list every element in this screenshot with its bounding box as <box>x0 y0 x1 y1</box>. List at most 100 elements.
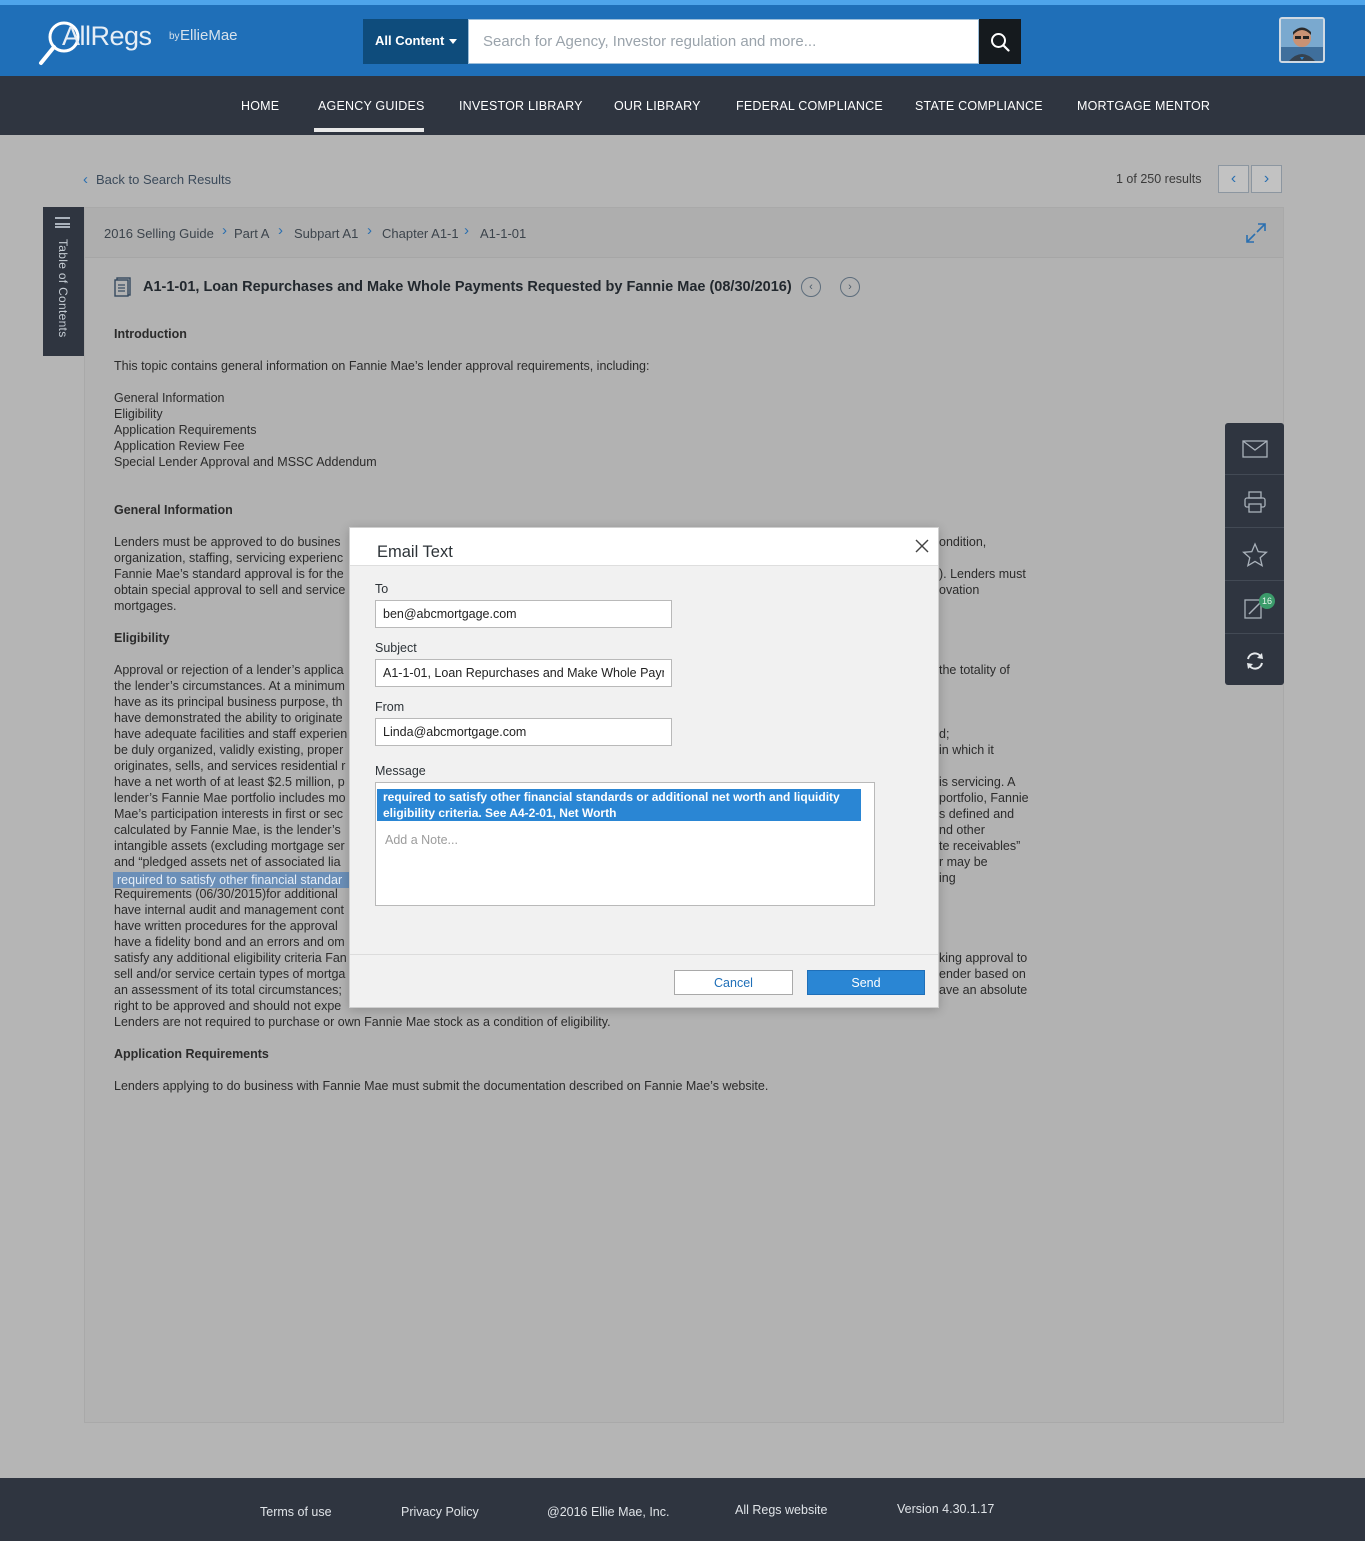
paragraph-line: have adequate facilities and staff exper… <box>114 727 348 741</box>
chevron-left-icon: ‹ <box>83 171 88 188</box>
paragraph-line: ). Lenders must <box>939 567 1026 581</box>
paragraph-line: ovation <box>939 583 980 597</box>
paragraph-line: te receivables” <box>939 839 1021 853</box>
subject-field[interactable] <box>375 659 672 687</box>
star-icon <box>1241 541 1268 567</box>
paragraph-line: sell and/or service certain types of mor… <box>114 967 346 981</box>
close-icon[interactable] <box>913 537 931 555</box>
search-scope-label: All Content <box>375 33 445 48</box>
search-bar: All Content <box>363 19 1021 64</box>
privacy-link[interactable]: Privacy Policy <box>401 1505 479 1519</box>
paragraph-line: ave an absolute <box>939 983 1028 997</box>
section-heading: Application Requirements <box>114 1047 269 1061</box>
from-field[interactable] <box>375 718 672 746</box>
paragraph-line: an assessment of its total circumstances… <box>114 983 342 997</box>
paragraph-line: have written procedures for the approval <box>114 919 338 933</box>
breadcrumb-item[interactable]: 2016 Selling Guide <box>104 226 214 241</box>
paragraph-line: intangible assets (excluding mortgage se… <box>114 839 345 853</box>
notes-count-badge: 16 <box>1259 593 1275 609</box>
to-label: To <box>375 582 389 596</box>
nav-state-compliance[interactable]: STATE COMPLIANCE <box>915 99 1043 113</box>
breadcrumb-item[interactable]: Part A <box>234 226 269 241</box>
chevron-right-icon: › <box>222 222 227 239</box>
paragraph: This topic contains general information … <box>114 359 650 373</box>
section-heading: General Information <box>114 503 233 517</box>
version-text: Version 4.30.1.17 <box>897 1502 995 1516</box>
header: AllRegs by EllieMae All Content <box>0 5 1365 76</box>
results-count: 1 of 250 results <box>1116 172 1202 186</box>
dialog-title: Email Text <box>377 543 453 561</box>
list-item: General Information <box>114 391 225 405</box>
brand-by: by <box>169 31 180 42</box>
toc-label: Table of Contents <box>56 239 70 338</box>
chevron-right-icon: › <box>848 281 852 293</box>
paragraph-line: in which it <box>939 743 994 757</box>
to-field[interactable] <box>375 600 672 628</box>
envelope-icon <box>1241 439 1268 458</box>
message-box: required to satisfy other financial stan… <box>375 782 875 906</box>
breadcrumb: 2016 Selling Guide › Part A › Subpart A1… <box>85 208 1283 258</box>
allregs-website-link[interactable]: All Regs website <box>735 1503 827 1517</box>
breadcrumb-item[interactable]: Subpart A1 <box>294 226 358 241</box>
allregs-logo[interactable]: AllRegs by EllieMae <box>38 19 258 69</box>
section-heading: Eligibility <box>114 631 170 645</box>
list-item: Application Requirements <box>114 423 257 437</box>
terms-link[interactable]: Terms of use <box>260 1505 332 1519</box>
search-scope-dropdown[interactable]: All Content <box>363 19 468 64</box>
breadcrumb-item[interactable]: Chapter A1-1 <box>382 226 459 241</box>
paragraph-line: ondition, <box>939 535 987 549</box>
favorite-button[interactable] <box>1225 529 1284 581</box>
prev-section-button[interactable]: ‹ <box>801 277 821 297</box>
paragraph: Lenders applying to do business with Fan… <box>114 1079 769 1093</box>
paragraph-line: right to be approved and should not expe <box>114 999 342 1013</box>
paragraph-line: ing <box>939 871 956 885</box>
table-of-contents-tab[interactable]: Table of Contents <box>43 207 84 356</box>
paragraph-line: s defined and <box>939 807 1015 821</box>
document-toolbar: 16 <box>1225 423 1284 685</box>
footer: Terms of use Privacy Policy @2016 Ellie … <box>0 1478 1365 1541</box>
main-nav: HOME AGENCY GUIDES INVESTOR LIBRARY OUR … <box>0 76 1365 135</box>
paragraph-line: Fannie Mae’s standard approval is for th… <box>114 567 344 581</box>
prev-result-button[interactable]: ‹ <box>1218 165 1249 193</box>
paragraph-line: mortgages. <box>114 599 177 613</box>
chevron-right-icon: › <box>367 222 372 239</box>
back-label: Back to Search Results <box>96 172 232 187</box>
paragraph-line: originates, sells, and services resident… <box>114 759 346 773</box>
nav-home[interactable]: HOME <box>241 99 279 113</box>
nav-agency-guides[interactable]: AGENCY GUIDES <box>318 99 425 113</box>
paragraph-line: r may be <box>939 855 988 869</box>
copyright-text: @2016 Ellie Mae, Inc. <box>547 1505 670 1519</box>
nav-our-library[interactable]: OUR LIBRARY <box>614 99 701 113</box>
nav-mortgage-mentor[interactable]: MORTGAGE MENTOR <box>1077 99 1210 113</box>
paragraph-line: have internal audit and management cont <box>114 903 345 917</box>
back-to-results-link[interactable]: ‹ Back to Search Results <box>83 171 231 188</box>
nav-investor-library[interactable]: INVESTOR LIBRARY <box>459 99 583 113</box>
print-button[interactable] <box>1225 476 1284 528</box>
next-section-button[interactable]: › <box>840 277 860 297</box>
brand-name: AllRegs <box>62 21 152 51</box>
paragraph-line: the totality of <box>939 663 1010 677</box>
user-avatar[interactable] <box>1279 17 1325 63</box>
paragraph-line: and “pledged assets net of associated li… <box>114 855 341 869</box>
chevron-left-icon: ‹ <box>1230 170 1237 187</box>
nav-federal-compliance[interactable]: FEDERAL COMPLIANCE <box>736 99 883 113</box>
notes-button[interactable]: 16 <box>1225 582 1284 634</box>
send-button[interactable]: Send <box>807 970 925 995</box>
paragraph-line: have a net worth of at least $2.5 millio… <box>114 775 345 789</box>
paragraph-line: is servicing. A <box>939 775 1016 789</box>
chevron-right-icon: › <box>278 222 283 239</box>
document-icon <box>114 277 131 297</box>
paragraph-line: Requirements (06/30/2015)for additional <box>114 887 338 901</box>
email-button[interactable] <box>1225 423 1284 475</box>
paragraph-line: ender based on <box>939 967 1026 981</box>
search-input[interactable] <box>468 19 979 64</box>
expand-icon[interactable] <box>1245 222 1267 244</box>
note-textarea[interactable] <box>385 833 855 893</box>
cancel-button[interactable]: Cancel <box>674 970 793 995</box>
list-item: Application Review Fee <box>114 439 245 453</box>
next-result-button[interactable]: › <box>1251 165 1282 193</box>
refresh-button[interactable] <box>1225 635 1284 687</box>
search-button[interactable] <box>979 19 1021 64</box>
search-icon <box>991 32 1010 52</box>
chevron-right-icon: › <box>1263 170 1270 187</box>
